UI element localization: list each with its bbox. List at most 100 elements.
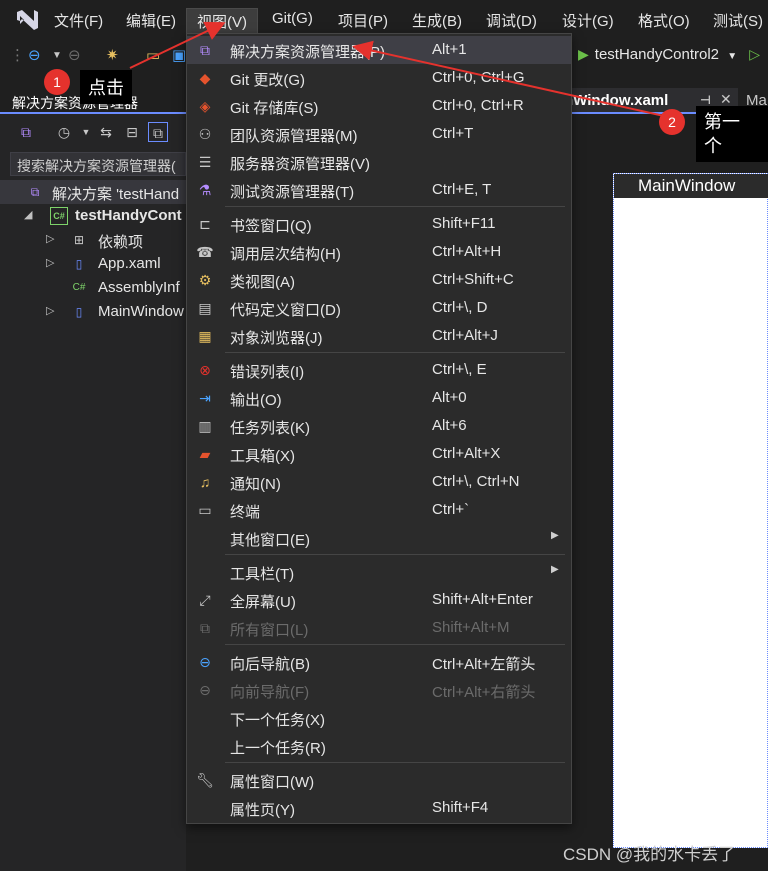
call-hierarchy-icon: ☎ [196,244,214,260]
play-outline-icon[interactable]: ▷ [749,46,760,62]
wrench-icon: 🔧︎ [196,772,214,788]
xaml-designer-window[interactable]: MainWindow [613,173,768,848]
menu-item-task-list[interactable]: ▥ 任务列表(K) Alt+6 [187,412,571,440]
navigate-forward-icon: ⊖ [199,682,211,698]
back-icon[interactable]: ⊖ [28,46,41,68]
history-icon[interactable]: ◷ [54,122,74,142]
git-changes-icon: ◆ [199,70,211,86]
forward-icon[interactable]: ⊖ [68,46,81,68]
menu-item-other-windows[interactable]: 其他窗口(E) ▶ [187,524,571,552]
menu-item-test-explorer[interactable]: ⚗ 测试资源管理器(T) Ctrl+E, T [187,176,571,204]
all-windows-icon: ⧉ [200,620,210,636]
bookmark-icon: ⊏ [199,216,211,232]
tree-item-assemblyinfo[interactable]: C# AssemblyInf [0,276,186,300]
view-menu-dropdown: ⧉ 解决方案资源管理器(P) Alt+1 ◆ Git 更改(G) Ctrl+0,… [186,33,572,824]
collapsed-arrow-icon[interactable]: ▷ [46,232,54,245]
solution-icon: ⧉ [30,185,40,199]
grip-icon: ⋮ [10,47,25,64]
code-definition-icon: ▤ [198,300,212,316]
sync-icon[interactable]: ⇆ [96,122,116,142]
toolbox-icon: ▰ [199,446,211,462]
step-badge-2: 2 [659,109,685,135]
pin-icon[interactable]: ⊣ [700,93,711,107]
menu-debug[interactable]: 调试(D) [486,10,537,31]
chevron-down-icon[interactable]: ▼ [76,122,96,142]
menu-separator [225,206,565,207]
menu-item-bookmark-window[interactable]: ⊏ 书签窗口(Q) Shift+F11 [187,210,571,238]
menu-item-notifications[interactable]: ♫ 通知(N) Ctrl+\, Ctrl+N [187,468,571,496]
menu-separator [225,554,565,555]
collapsed-arrow-icon[interactable]: ▷ [46,304,54,317]
step-note-2-line2: 个 [704,136,722,156]
menu-item-property-pages[interactable]: 属性页(Y) Shift+F4 [187,794,571,822]
menu-file[interactable]: 文件(F) [54,10,103,31]
designer-window-title: MainWindow [614,174,768,198]
solution-explorer-icon: ⧉ [200,42,210,58]
dependencies-icon: ⊞ [73,233,85,247]
document-tab-label: nWindow.xaml [572,92,669,109]
menu-design[interactable]: 设计(G) [562,10,614,31]
menu-item-team-explorer[interactable]: ⚇ 团队资源管理器(M) Ctrl+T [187,120,571,148]
submenu-arrow-icon: ▶ [551,530,559,541]
collapsed-arrow-icon[interactable]: ▷ [46,256,54,269]
open-folder-icon[interactable]: ▭ [146,46,160,68]
step-badge-1: 1 [44,69,70,95]
menu-git[interactable]: Git(G) [272,10,313,27]
menu-project[interactable]: 项目(P) [338,10,388,31]
new-project-icon[interactable]: ✷ [106,46,119,68]
play-icon: ▶ [578,46,589,62]
csharp-file-icon: C# [72,282,86,293]
menu-item-code-definition[interactable]: ▤ 代码定义窗口(D) Ctrl+\, D [187,294,571,322]
menu-view[interactable]: 视图(V) [186,8,258,34]
expanded-arrow-icon[interactable]: ◢ [24,208,32,221]
menu-edit[interactable]: 编辑(E) [126,10,176,31]
menu-test[interactable]: 测试(S) [713,10,763,31]
menu-item-properties-window[interactable]: 🔧︎ 属性窗口(W) [187,766,571,794]
save-icon[interactable]: ▣ [172,46,186,68]
visual-studio-logo-icon[interactable] [14,8,40,32]
menu-item-terminal[interactable]: ▭ 终端 Ctrl+` [187,496,571,524]
collapse-all-icon[interactable]: ⊟ [122,122,142,142]
run-target-button[interactable]: ▶ testHandyControl2 ▼ ▷ [578,46,766,63]
menu-item-output[interactable]: ⇥ 输出(O) Alt+0 [187,384,571,412]
menu-item-navigate-forward: ⊖ 向前导航(F) Ctrl+Alt+右箭头 [187,676,571,704]
menu-item-toolbox[interactable]: ▰ 工具箱(X) Ctrl+Alt+X [187,440,571,468]
menu-item-error-list[interactable]: ⊗ 错误列表(I) Ctrl+\, E [187,356,571,384]
solution-explorer-toolbar: ⧉ ◷ ▼ ⇆ ⊟ ⧉ [0,118,186,148]
fullscreen-icon: ⤢ [199,592,211,608]
tree-item-mainwindow[interactable]: ▷ ▯ MainWindow [0,300,186,324]
menu-item-navigate-back[interactable]: ⊖ 向后导航(B) Ctrl+Alt+左箭头 [187,648,571,676]
tree-item-app-xaml[interactable]: ▷ ▯ App.xaml [0,252,186,276]
solution-explorer-search-input[interactable]: 搜索解决方案资源管理器( [10,152,186,176]
menu-item-full-screen[interactable]: ⤢ 全屏幕(U) Shift+Alt+Enter [187,586,571,614]
menu-item-call-hierarchy[interactable]: ☎ 调用层次结构(H) Ctrl+Alt+H [187,238,571,266]
menu-format[interactable]: 格式(O) [638,10,690,31]
menu-item-object-browser[interactable]: ▦ 对象浏览器(J) Ctrl+Alt+J [187,322,571,350]
menu-item-git-changes[interactable]: ◆ Git 更改(G) Ctrl+0, Ctrl+G [187,64,571,92]
watermark: CSDN @我的水卡丢了 [563,845,736,864]
menu-item-git-repository[interactable]: ◈ Git 存储库(S) Ctrl+0, Ctrl+R [187,92,571,120]
menu-item-toolbars[interactable]: 工具栏(T) ▶ [187,558,571,586]
xaml-file-icon: ▯ [75,257,83,271]
solution-explorer-panel: 解决方案资源管理器 ⧉ ◷ ▼ ⇆ ⊟ ⧉ 搜索解决方案资源管理器( ⧉ 解决方… [0,88,186,871]
menu-item-class-view[interactable]: ⚙ 类视图(A) Ctrl+Shift+C [187,266,571,294]
menu-build[interactable]: 生成(B) [412,10,462,31]
tree-item-project[interactable]: ◢ C# testHandyCont [0,204,186,228]
chevron-down-icon[interactable]: ▼ [727,51,737,62]
tree-item-dependencies[interactable]: ▷ ⊞ 依赖项 [0,228,186,252]
team-explorer-icon: ⚇ [198,126,212,142]
navigate-back-icon: ⊖ [199,654,211,670]
menu-item-solution-explorer[interactable]: ⧉ 解决方案资源管理器(P) Alt+1 [187,36,571,64]
show-all-files-icon[interactable]: ⧉ [148,122,168,142]
submenu-arrow-icon: ▶ [551,564,559,575]
menu-item-server-explorer[interactable]: ☰ 服务器资源管理器(V) [187,148,571,176]
menu-item-next-task[interactable]: 下一个任务(X) [187,704,571,732]
error-list-icon: ⊗ [199,362,211,378]
tree-item-solution[interactable]: ⧉ 解决方案 'testHand [0,180,186,204]
terminal-icon: ▭ [198,502,212,518]
menu-item-previous-task[interactable]: 上一个任务(R) [187,732,571,760]
step-note-2: 第一 个 [696,106,768,162]
git-repository-icon: ◈ [199,98,211,114]
switch-views-icon[interactable]: ⧉ [16,122,36,142]
run-target-label: testHandyControl2 [594,46,720,63]
